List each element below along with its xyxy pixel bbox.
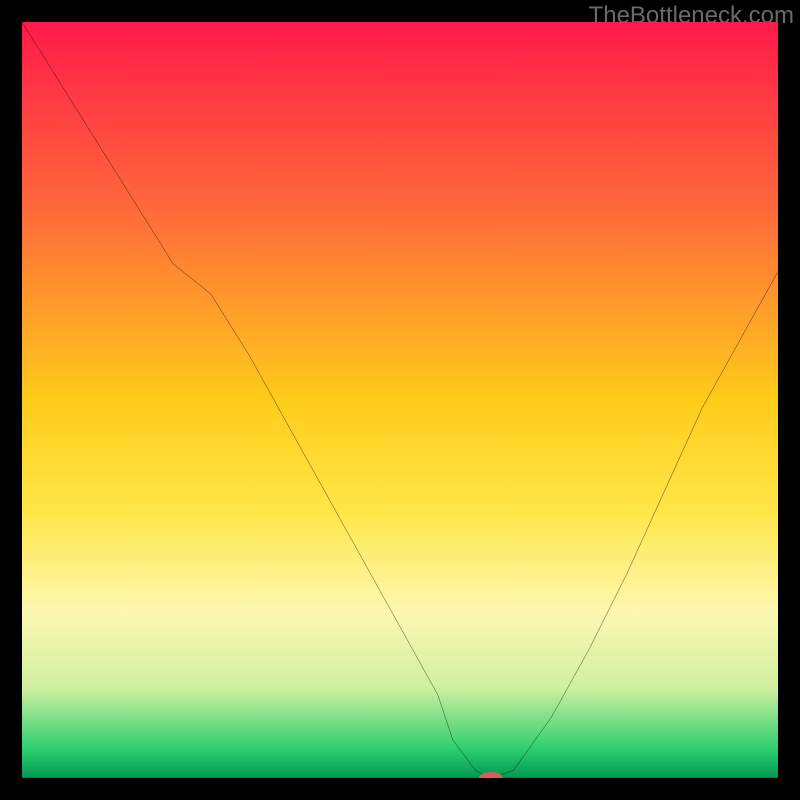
bottleneck-chart <box>22 22 778 778</box>
plot-background <box>22 22 778 778</box>
chart-frame: TheBottleneck.com <box>0 0 800 800</box>
